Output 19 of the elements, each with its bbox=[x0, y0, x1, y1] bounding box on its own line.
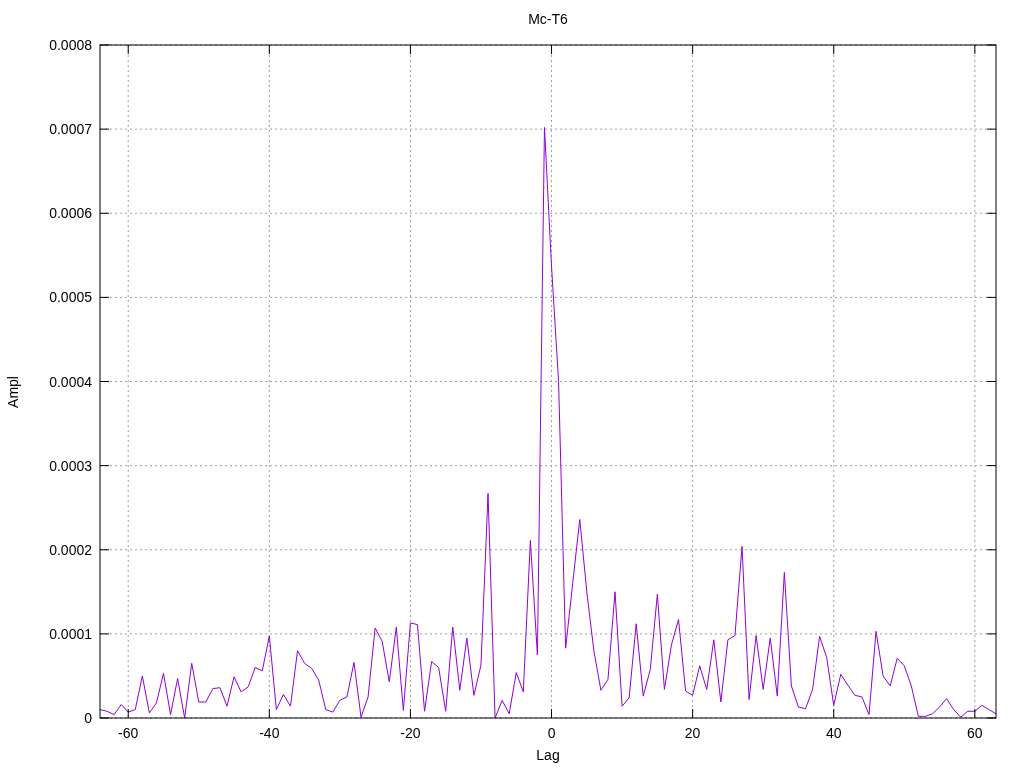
x-tick-label: 40 bbox=[825, 725, 842, 741]
x-tick-label: -60 bbox=[118, 725, 139, 741]
x-tick-label: 20 bbox=[684, 725, 701, 741]
x-tick-label: -40 bbox=[259, 725, 280, 741]
y-tick-label: 0.0002 bbox=[49, 541, 92, 558]
chart-title: Mc-T6 bbox=[528, 11, 568, 27]
y-tick-label: 0.0007 bbox=[49, 121, 92, 138]
x-tick-label: 0 bbox=[547, 725, 556, 741]
x-axis-label: Lag bbox=[536, 747, 560, 763]
x-tick-label: 60 bbox=[967, 725, 983, 741]
y-tick-label: 0.0005 bbox=[49, 289, 92, 306]
y-tick-label: 0.0003 bbox=[49, 457, 92, 474]
y-tick-label: 0.0001 bbox=[49, 625, 92, 642]
y-tick-label: 0 bbox=[84, 710, 92, 726]
y-tick-label: 0.0006 bbox=[49, 205, 92, 222]
y-axis-label: Ampl bbox=[5, 376, 21, 408]
y-tick-label: 0.0008 bbox=[49, 37, 92, 53]
y-tick-label: 0.0004 bbox=[49, 373, 92, 390]
x-tick-label: -20 bbox=[400, 725, 421, 741]
